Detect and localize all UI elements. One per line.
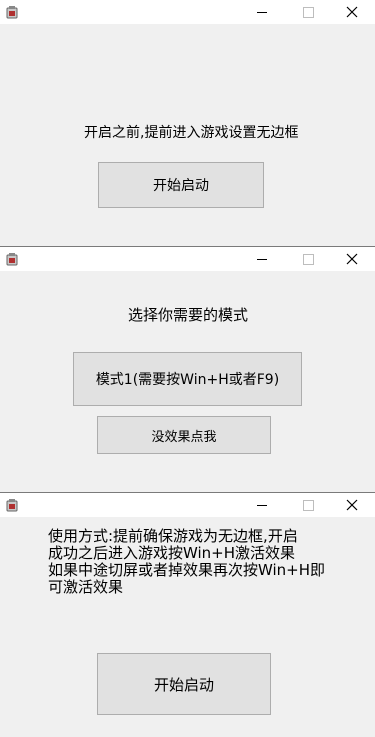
usage-instructions: 使用方式:提前确保游戏为无边框,开启 成功之后进入游戏按Win+H激活效果 如果… (48, 527, 326, 596)
window-2: 选择你需要的模式 模式1(需要按Win+H或者F9) 没效果点我 (0, 247, 375, 492)
no-effect-button[interactable]: 没效果点我 (97, 416, 271, 454)
start-button[interactable]: 开始启动 (98, 162, 264, 208)
window-1-titlebar (0, 0, 375, 24)
maximize-button[interactable] (285, 247, 331, 271)
app-icon (6, 253, 18, 266)
app-icon (6, 6, 18, 19)
maximize-icon (302, 6, 314, 18)
window-3: 使用方式:提前确保游戏为无边框,开启 成功之后进入游戏按Win+H激活效果 如果… (0, 493, 375, 737)
minimize-button[interactable] (239, 0, 285, 24)
close-icon (346, 499, 358, 511)
close-button[interactable] (329, 493, 375, 517)
maximize-button[interactable] (285, 0, 331, 24)
minimize-icon (257, 11, 267, 13)
window-2-titlebar (0, 247, 375, 271)
window-1: 开启之前,提前进入游戏设置无边框 开始启动 (0, 0, 375, 246)
minimize-button[interactable] (239, 247, 285, 271)
maximize-icon (302, 253, 314, 265)
mode-select-label: 选择你需要的模式 (128, 306, 249, 324)
close-icon (346, 253, 358, 265)
app-icon (6, 499, 18, 512)
start-button[interactable]: 开始启动 (97, 653, 271, 715)
maximize-icon (302, 499, 314, 511)
close-button[interactable] (329, 247, 375, 271)
maximize-button[interactable] (285, 493, 331, 517)
prep-instruction-label: 开启之前,提前进入游戏设置无边框 (84, 125, 299, 141)
window-3-titlebar (0, 493, 375, 517)
minimize-button[interactable] (239, 493, 285, 517)
close-button[interactable] (329, 0, 375, 24)
minimize-icon (257, 258, 267, 260)
minimize-icon (257, 504, 267, 506)
mode1-button[interactable]: 模式1(需要按Win+H或者F9) (73, 352, 302, 406)
close-icon (346, 6, 358, 18)
